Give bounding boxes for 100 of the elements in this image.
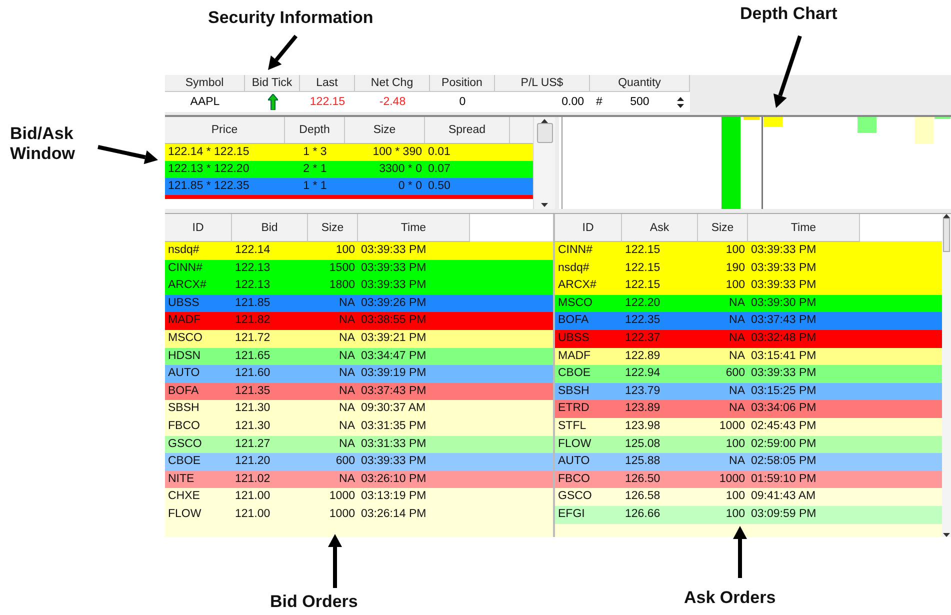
order-row[interactable]: MADF 121.82 NA 03:38:55 PM [165, 312, 553, 330]
table-cell-text: 03:39:33 PM [750, 243, 818, 258]
column-header[interactable]: Size [345, 117, 425, 143]
table-cell-text: STFL [557, 418, 588, 434]
table-cell-text: NA [728, 330, 746, 346]
scroll-down-icon[interactable] [541, 203, 548, 207]
table-cell-text: CINN# [557, 243, 594, 258]
order-row[interactable]: GSCO 121.27 NA 03:31:33 PM [165, 436, 553, 454]
order-row[interactable]: FBCO 121.30 NA 03:31:35 PM [165, 418, 553, 436]
quote-row[interactable]: 121.85 * 122.35 1 * 1 0 * 0 0.50 [165, 178, 533, 195]
table-cell-text: 03:39:33 PM [750, 260, 818, 276]
table-cell-text: 03:13:19 PM [360, 489, 428, 504]
table-cell-text: 3300 * 0 [378, 162, 423, 177]
table-cell-text: NA [338, 296, 356, 311]
table-cell-text: 1000 [718, 418, 746, 434]
table-cell-text: NA [338, 348, 356, 364]
quote-row[interactable]: 122.14 * 122.15 1 * 3 100 * 390 0.01 [165, 144, 533, 161]
table-cell-text: 100 [334, 243, 356, 258]
column-header[interactable]: Depth [285, 117, 345, 143]
table-cell-text: 121.35 [234, 384, 272, 399]
table-cell-text: 100 [724, 243, 746, 258]
table-cell-text: 121.30 [234, 418, 272, 434]
callout-arrow [98, 145, 158, 164]
table-cell-text: 03:34:06 PM [750, 401, 818, 416]
quote-row[interactable]: 122.13 * 122.20 2 * 1 3300 * 0 0.07 [165, 161, 533, 178]
scroll-thumb[interactable] [536, 123, 552, 143]
table-cell-text: 122.13 * 122.20 [167, 162, 250, 177]
table-cell-text: 1800 [328, 278, 356, 294]
order-row[interactable]: nsdq# 122.14 100 03:39:33 PM [165, 242, 553, 260]
column-header[interactable]: Price [165, 117, 285, 143]
table-cell-text: NA [728, 296, 746, 311]
scrollbar[interactable] [533, 117, 555, 209]
table-cell-text: 03:37:43 PM [360, 384, 428, 399]
table-cell-text: EFGI [557, 506, 586, 522]
table-cell-text: 122.15 [624, 260, 662, 276]
table-cell-text: 1 * 3 [302, 145, 328, 160]
table-cell-text: 121.30 [234, 401, 272, 416]
table-cell-text: 02:59:00 PM [750, 436, 818, 452]
order-row[interactable]: HDSN 121.65 NA 03:34:47 PM [165, 348, 553, 366]
scrollbar[interactable] [942, 214, 951, 537]
table-cell-text: NA [338, 313, 356, 328]
table-cell-text: CHXE [167, 489, 201, 504]
order-row[interactable]: UBSS 122.37 NA 03:32:48 PM [555, 330, 942, 348]
table-cell-text: 03:15:25 PM [750, 384, 818, 399]
order-row[interactable]: UBSS 121.85 NA 03:39:26 PM [165, 294, 553, 312]
order-row[interactable]: nsdq# 122.15 190 03:39:33 PM [555, 260, 942, 278]
order-row[interactable]: FLOW 125.08 100 02:59:00 PM [555, 436, 942, 454]
table-cell-text: AUTO [167, 366, 201, 382]
spinner-icon[interactable] [677, 96, 684, 108]
order-row[interactable]: AUTO 125.88 NA 02:58:05 PM [555, 453, 942, 471]
order-row[interactable]: MADF 122.89 NA 03:15:41 PM [555, 348, 942, 366]
table-cell-text: 03:38:55 PM [360, 313, 428, 328]
order-row[interactable]: CINN# 122.15 100 03:39:33 PM [555, 242, 942, 260]
table-cell-text: 2 * 1 [302, 162, 328, 177]
order-row[interactable]: ARCX# 122.15 100 03:39:33 PM [555, 277, 942, 295]
table-cell-text: ARCX# [557, 278, 598, 294]
table-cell-text: 121.82 [234, 313, 272, 328]
table-cell-text: CBOE [167, 454, 202, 470]
order-row[interactable]: CBOE 121.20 600 03:39:33 PM [165, 453, 553, 471]
table-cell-text: 122.20 [624, 296, 662, 311]
table-cell-text: 121.27 [234, 436, 272, 452]
table-cell-text: 03:15:41 PM [750, 348, 818, 364]
table-cell-text: 600 [724, 366, 746, 382]
table-cell-text: NA [728, 313, 746, 328]
table-cell-text: 100 [724, 506, 746, 522]
scroll-thumb[interactable] [943, 218, 950, 252]
table-cell-text: GSCO [557, 489, 593, 504]
order-row[interactable]: BOFA 122.35 NA 03:37:43 PM [555, 312, 942, 330]
order-row[interactable]: AUTO 121.60 NA 03:39:19 PM [165, 365, 553, 383]
column-header[interactable]: Spread [425, 117, 510, 143]
order-row[interactable]: CINN# 122.13 1500 03:39:33 PM [165, 260, 553, 278]
table-cell-text: NA [338, 401, 356, 416]
order-row[interactable]: MSCO 122.20 NA 03:39:30 PM [555, 294, 942, 312]
quantity-value: 500 [630, 95, 650, 110]
table-cell-text: 126.66 [624, 506, 662, 522]
order-row[interactable]: STFL 123.98 1000 02:45:43 PM [555, 418, 942, 436]
table-cell-text: 121.85 * 122.35 [167, 179, 250, 194]
order-row[interactable]: ETRD 123.89 NA 03:34:06 PM [555, 400, 942, 418]
table-cell-text: 190 [724, 260, 746, 276]
scroll-down-icon[interactable] [943, 533, 950, 537]
order-row[interactable]: SBSH 121.30 NA 09:30:37 AM [165, 400, 553, 418]
field-value: 0.00 [562, 95, 584, 110]
table-cell-text: NA [338, 418, 356, 434]
table-cell-text: SBSH [557, 384, 590, 399]
order-row[interactable]: CBOE 122.94 600 03:39:33 PM [555, 365, 942, 383]
table-cell-text: FBCO [167, 418, 201, 434]
order-row[interactable]: MSCO 121.72 NA 03:39:21 PM [165, 330, 553, 348]
column-header: Quantity [590, 75, 690, 92]
order-row[interactable]: ARCX# 122.13 1800 03:39:33 PM [165, 277, 553, 295]
table-cell-text: 03:34:47 PM [360, 348, 428, 364]
order-row[interactable]: SBSH 123.79 NA 03:15:25 PM [555, 382, 942, 400]
depth-bar [764, 117, 782, 127]
order-row[interactable]: FBCO 126.50 1000 01:59:10 PM [555, 470, 942, 488]
table-cell-text: 121.00 [234, 506, 272, 522]
order-row[interactable]: NITE 121.02 NA 03:26:10 PM [165, 470, 553, 488]
order-row[interactable]: EFGI 126.66 100 03:09:59 PM [555, 506, 942, 524]
table-cell-text: ARCX# [167, 278, 208, 294]
table-cell-text: 0 * 0 [397, 179, 423, 194]
order-row[interactable]: BOFA 121.35 NA 03:37:43 PM [165, 382, 553, 400]
table-cell-text: 123.79 [624, 384, 662, 399]
